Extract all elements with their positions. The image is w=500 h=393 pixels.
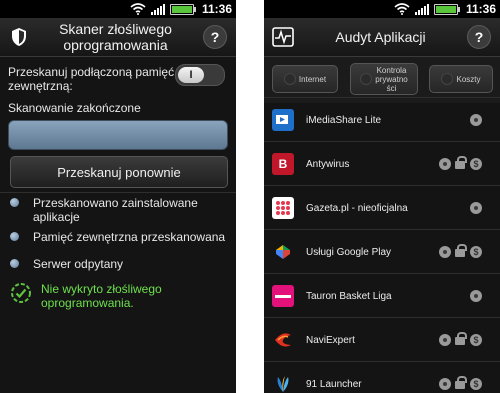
internet-permission-icon: [470, 290, 482, 302]
result-item: Serwer odpytany: [10, 257, 230, 271]
clock: 11:36: [201, 2, 232, 16]
audit-monitor-icon: [272, 27, 294, 47]
cost-icon: $: [470, 334, 482, 346]
scan-status: Skanowanie zakończone: [8, 101, 141, 115]
summary-line2: oprogramowania.: [41, 296, 134, 310]
app-name: NaviExpert: [306, 334, 355, 346]
lock-icon: [455, 331, 467, 345]
toggle-knob: I: [178, 67, 204, 83]
bullet-icon: [10, 232, 19, 241]
bullet-icon: [10, 198, 19, 207]
app-name: Usługi Google Play: [306, 246, 392, 258]
filter-internet-button[interactable]: Internet: [272, 65, 338, 93]
app-name: Tauron Basket Liga: [306, 290, 392, 302]
antywirus-icon: B: [272, 153, 294, 175]
internet-permission-icon: [470, 202, 482, 214]
filter-costs-button[interactable]: Koszty: [429, 65, 493, 93]
filter-indicator-icon: [360, 73, 373, 85]
imediashare-icon: [272, 109, 294, 131]
lock-icon: [455, 243, 467, 257]
malware-scanner-screen: 11:36 Skaner złośliwego oprogramowania ?…: [0, 0, 236, 393]
app-row-tauron[interactable]: Tauron Basket Liga: [264, 273, 500, 318]
status-bar: 11:36: [264, 0, 500, 18]
wifi-icon: [130, 3, 146, 15]
filter-label-line3: ści: [386, 83, 397, 93]
tauron-icon: [272, 285, 294, 307]
internet-permission-icon: [439, 334, 451, 346]
app-row-naviexpert[interactable]: NaviExpert $: [264, 317, 500, 362]
shield-icon: [12, 28, 26, 46]
filter-privacy-button[interactable]: Kontrola prywatno ści: [350, 63, 418, 95]
gazeta-icon: [272, 197, 294, 219]
help-button[interactable]: ?: [203, 25, 227, 49]
external-storage-label: Przeskanuj podłączoną pamięć zewnętrzną:: [8, 65, 178, 93]
title-bar: Audyt Aplikacji ?: [264, 18, 500, 57]
internet-permission-icon: [439, 158, 451, 170]
app-row-91-launcher[interactable]: 91 Launcher $: [264, 361, 500, 393]
bullet-icon: [10, 259, 19, 268]
result-line1: Przeskanowano zainstalowane: [33, 196, 198, 210]
page-title: Audyt Aplikacji: [335, 29, 426, 45]
launcher-91-icon: [272, 373, 294, 393]
rescan-button[interactable]: Przeskanuj ponownie: [10, 156, 228, 188]
app-row-antywirus[interactable]: B Antywirus $: [264, 141, 500, 186]
internet-permission-icon: [439, 246, 451, 258]
cost-icon: $: [470, 378, 482, 390]
external-storage-label-line2: zewnętrzną:: [8, 79, 73, 93]
help-button[interactable]: ?: [467, 25, 491, 49]
external-storage-toggle[interactable]: I: [175, 64, 225, 86]
app-row-imediashare[interactable]: iMediaShare Lite: [264, 97, 500, 142]
filter-label: Internet: [298, 74, 327, 84]
naviexpert-icon: [272, 329, 294, 351]
app-audit-screen: 11:36 Audyt Aplikacji ? Internet Kontrol…: [264, 0, 500, 393]
filter-label: Kontrola prywatno ści: [375, 66, 407, 93]
filter-label-line1: Kontrola: [376, 65, 407, 75]
filter-label: Koszty: [456, 74, 481, 84]
clock: 11:36: [465, 2, 496, 16]
battery-icon: [169, 3, 196, 15]
cost-icon: $: [470, 158, 482, 170]
status-bar: 11:36: [0, 0, 236, 18]
app-name: 91 Launcher: [306, 378, 362, 390]
internet-permission-icon: [439, 378, 451, 390]
filter-indicator-icon: [441, 73, 454, 85]
filter-indicator-icon: [283, 73, 296, 85]
scan-progress-bar: [8, 120, 228, 150]
lock-icon: [455, 155, 467, 169]
result-line1: Pamięć zewnętrzna przeskanowana: [33, 230, 226, 244]
result-line1: Serwer odpytany: [33, 257, 124, 271]
wifi-icon: [394, 3, 410, 15]
scan-result-summary: Nie wykryto złośliwego oprogramowania.: [10, 282, 162, 310]
lock-icon: [455, 375, 467, 389]
result-item: Pamięć zewnętrzna przeskanowana: [10, 230, 230, 244]
app-name: Gazeta.pl - nieoficjalna: [306, 202, 408, 214]
google-play-services-icon: [272, 241, 294, 263]
app-name: Antywirus: [306, 158, 350, 170]
result-item: Przeskanowano zainstalowane aplikacje: [10, 196, 230, 224]
divider: [0, 192, 236, 193]
check-shield-icon: [11, 283, 31, 303]
app-row-google-play-services[interactable]: Usługi Google Play $: [264, 229, 500, 274]
title-bar: Skaner złośliwego oprogramowania ?: [0, 18, 236, 57]
app-name: iMediaShare Lite: [306, 114, 382, 126]
signal-icon: [150, 3, 165, 15]
app-row-gazeta[interactable]: Gazeta.pl - nieoficjalna: [264, 185, 500, 230]
summary-line1: Nie wykryto złośliwego: [41, 282, 162, 296]
battery-icon: [433, 3, 460, 15]
cost-icon: $: [470, 246, 482, 258]
result-line2: aplikacje: [33, 210, 80, 224]
page-title-line1: Skaner złośliwego: [59, 21, 172, 37]
page-title: Skaner złośliwego oprogramowania: [28, 21, 203, 53]
external-storage-label-line1: Przeskanuj podłączoną pamięć: [8, 65, 175, 79]
internet-permission-icon: [470, 114, 482, 126]
signal-icon: [414, 3, 429, 15]
filter-label-line2: prywatno: [375, 74, 408, 84]
page-title-line2: oprogramowania: [63, 37, 168, 53]
